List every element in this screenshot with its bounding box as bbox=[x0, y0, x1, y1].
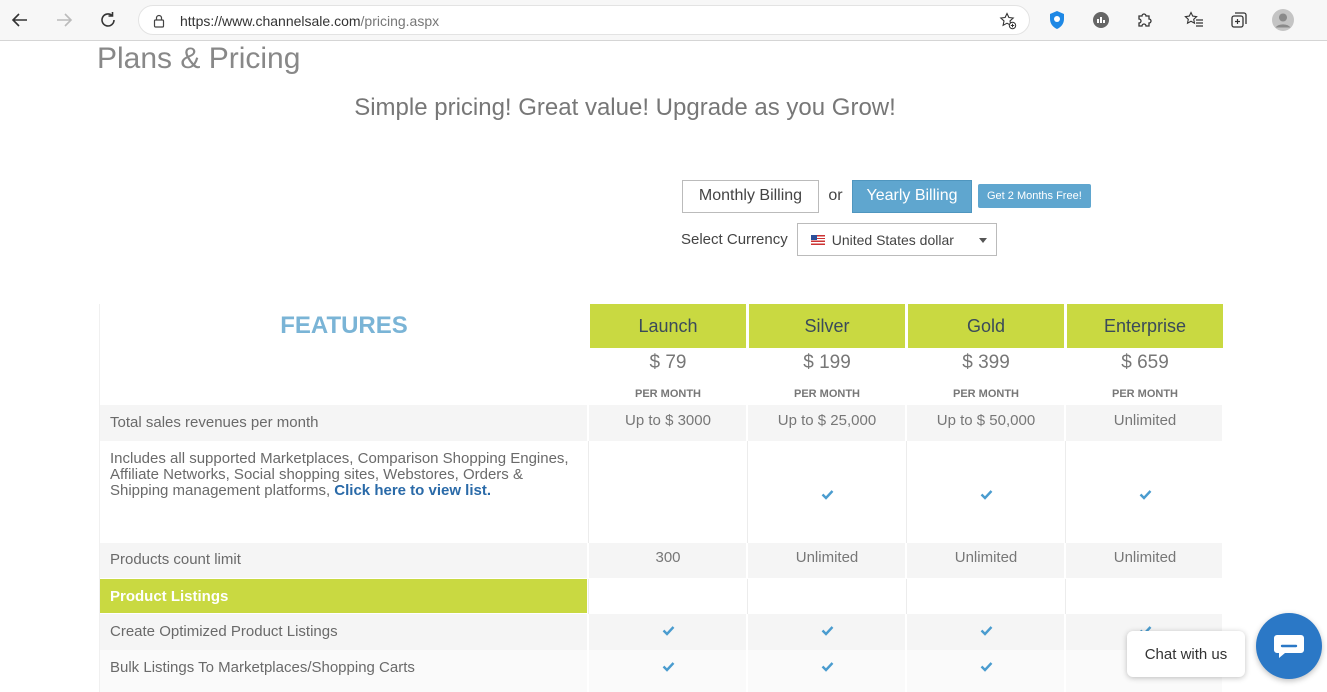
plan-price-enterprise: $ 659 bbox=[1121, 352, 1169, 373]
cell-products-silver: Unlimited bbox=[795, 549, 859, 566]
favorites-icon[interactable] bbox=[1183, 9, 1205, 31]
chat-icon bbox=[1274, 635, 1304, 658]
plan-price-silver: $ 199 bbox=[803, 352, 851, 373]
plan-header-silver: Silver bbox=[749, 304, 905, 348]
or-text: or bbox=[828, 187, 843, 204]
us-flag-icon bbox=[810, 234, 825, 245]
plan-price-gold: $ 399 bbox=[962, 352, 1010, 373]
feature-label-revenue: Total sales revenues per month bbox=[110, 414, 319, 431]
checkmark-icon bbox=[749, 661, 905, 672]
back-icon[interactable] bbox=[8, 8, 32, 32]
cell-divider bbox=[588, 579, 589, 614]
address-bar[interactable]: https://www.channelsale.com/pricing.aspx bbox=[138, 5, 1030, 35]
plan-header-enterprise: Enterprise bbox=[1067, 304, 1223, 348]
currency-select[interactable]: United States dollar bbox=[796, 223, 997, 256]
section-product-listings: Product Listings bbox=[100, 579, 587, 613]
table-left-border bbox=[99, 304, 100, 692]
cell-divider bbox=[1065, 441, 1066, 543]
cell-products-gold: Unlimited bbox=[954, 549, 1018, 566]
plan-period-silver: PER MONTH bbox=[794, 388, 860, 400]
feature-label-marketplaces: Includes all supported Marketplaces, Com… bbox=[110, 451, 585, 499]
plan-period-enterprise: PER MONTH bbox=[1112, 388, 1178, 400]
page-title: Plans & Pricing bbox=[97, 42, 301, 75]
cell-revenue-gold: Up to $ 50,000 bbox=[936, 412, 1036, 429]
chevron-down-icon bbox=[978, 238, 987, 243]
plan-period-gold: PER MONTH bbox=[953, 388, 1019, 400]
view-list-link[interactable]: Click here to view list. bbox=[334, 482, 491, 499]
refresh-icon[interactable] bbox=[96, 8, 120, 32]
puzzle-icon[interactable] bbox=[1134, 9, 1156, 31]
feature-label-optimized: Create Optimized Product Listings bbox=[110, 623, 338, 640]
features-heading: FEATURES bbox=[280, 312, 408, 339]
url-text: https://www.channelsale.com/pricing.aspx bbox=[180, 13, 439, 29]
chat-launcher-button[interactable] bbox=[1256, 613, 1322, 679]
checkmark-icon bbox=[908, 489, 1064, 500]
shield-extension-icon[interactable] bbox=[1046, 9, 1068, 31]
chat-with-us-bubble[interactable]: Chat with us bbox=[1127, 631, 1245, 677]
collections-icon[interactable] bbox=[1228, 9, 1250, 31]
feature-label-products: Products count limit bbox=[110, 551, 241, 568]
monthly-billing-button[interactable]: Monthly Billing bbox=[682, 179, 819, 213]
currency-label: Select Currency bbox=[681, 231, 788, 248]
plan-price-launch: $ 79 bbox=[649, 352, 687, 373]
cell-divider bbox=[588, 441, 589, 543]
currency-row: Select Currency United States dollar bbox=[681, 223, 997, 256]
cell-revenue-launch: Up to $ 3000 bbox=[625, 412, 711, 429]
tagline: Simple pricing! Great value! Upgrade as … bbox=[354, 94, 896, 121]
cell-revenue-silver: Up to $ 25,000 bbox=[777, 412, 877, 429]
forward-icon[interactable] bbox=[52, 8, 76, 32]
extension-icon[interactable] bbox=[1090, 9, 1112, 31]
checkmark-icon bbox=[749, 489, 905, 500]
url-path: /pricing.aspx bbox=[360, 13, 440, 29]
browser-toolbar: https://www.channelsale.com/pricing.aspx bbox=[0, 0, 1327, 41]
checkmark-icon bbox=[590, 625, 746, 636]
cell-divider bbox=[747, 441, 748, 543]
cell-divider bbox=[1065, 579, 1066, 614]
plan-header-gold: Gold bbox=[908, 304, 1064, 348]
feature-label-bulk: Bulk Listings To Marketplaces/Shopping C… bbox=[110, 659, 415, 676]
promo-badge: Get 2 Months Free! bbox=[978, 184, 1091, 208]
cell-divider bbox=[747, 579, 748, 614]
currency-selected-value: United States dollar bbox=[831, 231, 954, 248]
profile-avatar-icon[interactable] bbox=[1272, 9, 1294, 31]
cell-revenue-enterprise: Unlimited bbox=[1113, 412, 1177, 429]
cell-products-launch: 300 bbox=[655, 549, 681, 566]
checkmark-icon bbox=[590, 661, 746, 672]
cell-divider bbox=[906, 441, 907, 543]
lock-icon bbox=[153, 14, 165, 33]
plan-period-launch: PER MONTH bbox=[635, 388, 701, 400]
checkmark-icon bbox=[1067, 489, 1223, 500]
checkmark-icon bbox=[908, 661, 1064, 672]
cell-products-enterprise: Unlimited bbox=[1113, 549, 1177, 566]
cell-divider bbox=[906, 579, 907, 614]
plan-header-launch: Launch bbox=[590, 304, 746, 348]
checkmark-icon bbox=[749, 625, 905, 636]
add-favorite-icon[interactable] bbox=[999, 12, 1017, 35]
yearly-billing-button[interactable]: Yearly Billing bbox=[852, 179, 972, 213]
billing-toggle: Monthly Billing or Yearly Billing Get 2 … bbox=[682, 179, 1091, 213]
checkmark-icon bbox=[908, 625, 1064, 636]
url-host: https://www.channelsale.com bbox=[180, 13, 361, 29]
